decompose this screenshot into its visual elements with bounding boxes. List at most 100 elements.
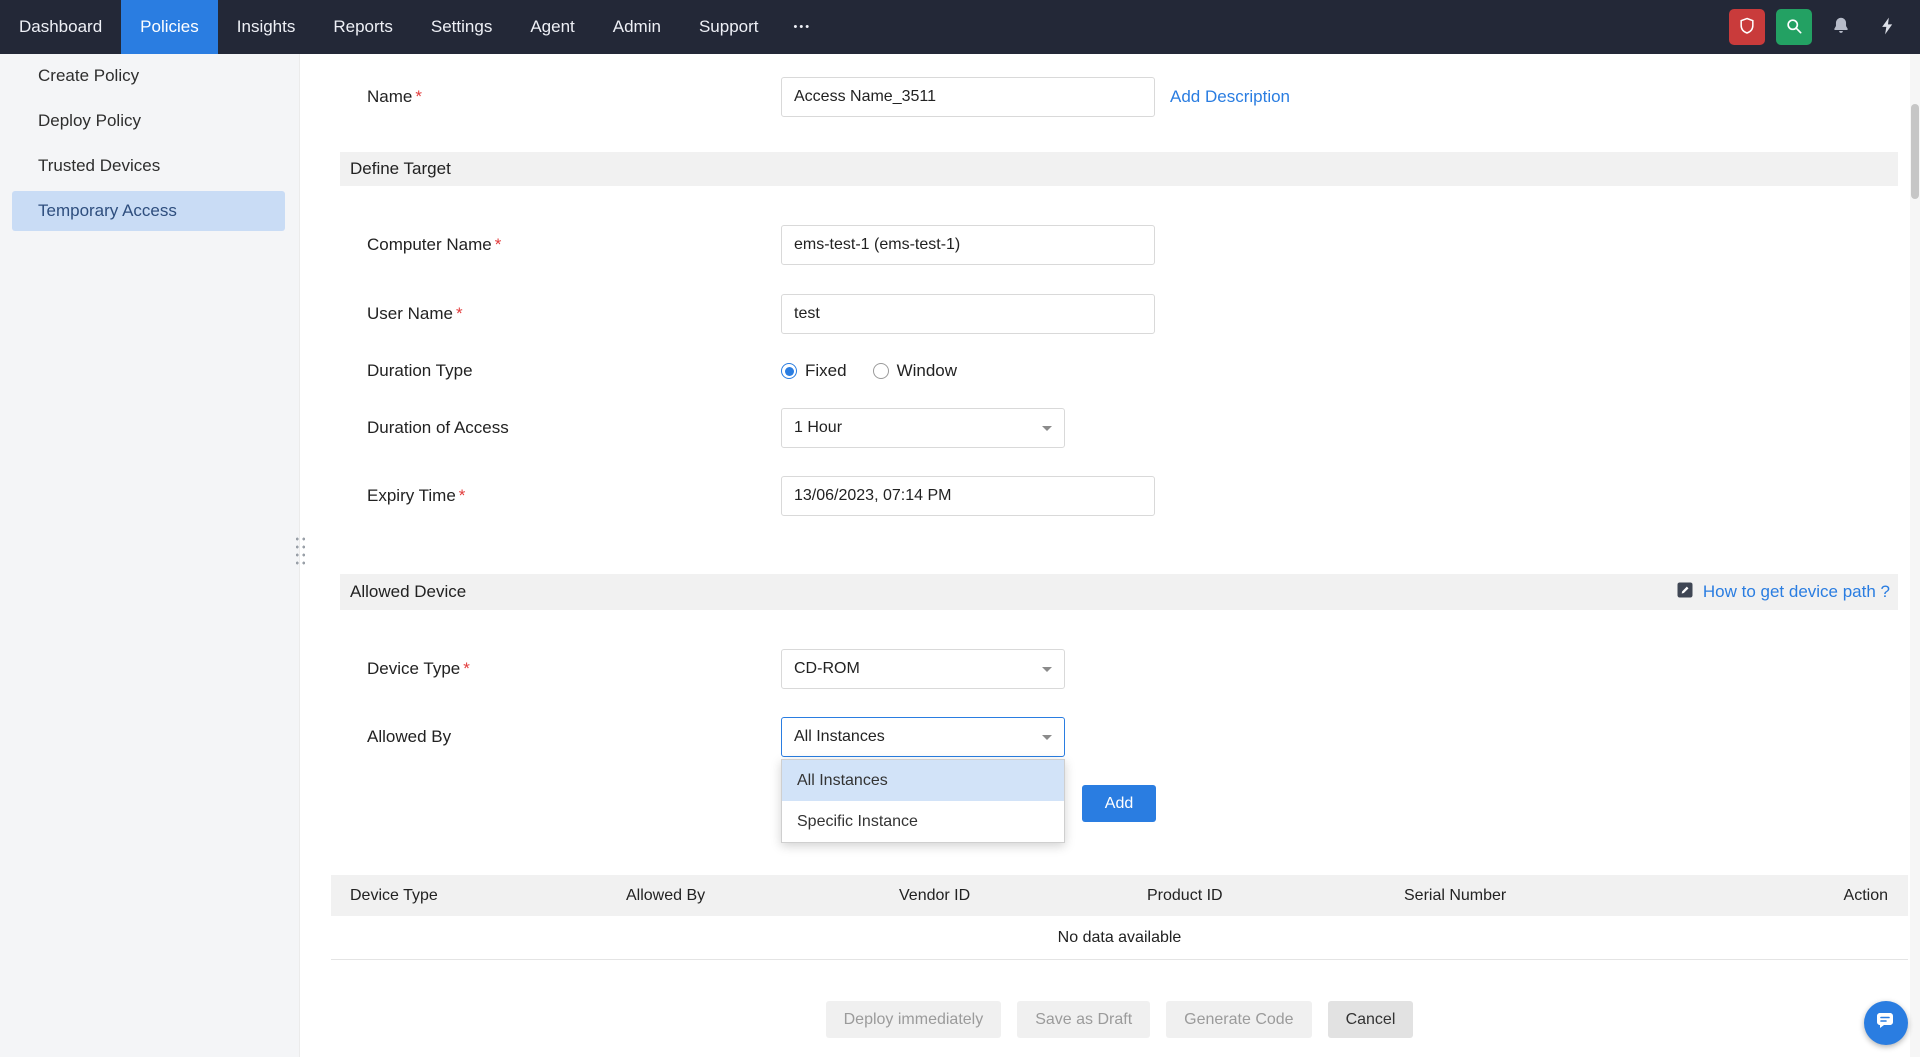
device-type-select[interactable]: CD-ROM <box>781 649 1065 689</box>
duration-type-row: Duration Type Fixed Window <box>340 359 1898 383</box>
device-type-label-text: Device Type <box>367 659 460 678</box>
name-input[interactable] <box>781 77 1155 117</box>
shield-icon <box>1737 16 1757 39</box>
nav-agent[interactable]: Agent <box>511 0 593 54</box>
computer-name-label-text: Computer Name <box>367 235 492 254</box>
duration-type-fixed-radio[interactable]: Fixed <box>781 361 847 381</box>
radio-unselected-icon <box>873 363 889 379</box>
lightning-icon <box>1878 16 1898 39</box>
add-row: Add <box>340 785 1898 822</box>
quick-launch-button[interactable] <box>1870 9 1906 45</box>
user-name-label-text: User Name <box>367 304 453 323</box>
name-label: Name* <box>367 87 781 107</box>
user-name-input[interactable] <box>781 294 1155 334</box>
nav-reports[interactable]: Reports <box>314 0 412 54</box>
allowed-by-label-text: Allowed By <box>367 727 451 746</box>
option-all-instances[interactable]: All Instances <box>782 760 1064 801</box>
expiry-time-row: Expiry Time* <box>340 476 1898 516</box>
device-path-help-link[interactable]: How to get device path ? <box>1703 582 1890 602</box>
nav-dashboard[interactable]: Dashboard <box>0 0 121 54</box>
scrollbar-thumb[interactable] <box>1911 104 1919 199</box>
name-label-text: Name <box>367 87 412 106</box>
define-target-title: Define Target <box>350 159 451 179</box>
duration-of-access-label: Duration of Access <box>367 418 781 438</box>
save-as-draft-button[interactable]: Save as Draft <box>1017 1001 1150 1038</box>
radio-selected-icon <box>781 363 797 379</box>
sidebar-resize-grip[interactable] <box>293 533 306 567</box>
required-asterisk: * <box>463 659 470 678</box>
chat-bubble-icon <box>1874 1009 1898 1038</box>
nav-settings[interactable]: Settings <box>412 0 511 54</box>
duration-type-label-text: Duration Type <box>367 361 473 380</box>
bell-icon <box>1830 15 1852 40</box>
nav-insights[interactable]: Insights <box>218 0 315 54</box>
chevron-down-icon <box>1042 426 1052 431</box>
search-button[interactable] <box>1776 9 1812 45</box>
security-shield-button[interactable] <box>1729 9 1765 45</box>
allowed-by-value: All Instances <box>794 728 885 746</box>
notifications-button[interactable] <box>1823 9 1859 45</box>
cancel-button[interactable]: Cancel <box>1328 1001 1414 1038</box>
deploy-immediately-button[interactable]: Deploy immediately <box>826 1001 1002 1038</box>
nav-admin[interactable]: Admin <box>594 0 680 54</box>
allowed-by-label: Allowed By <box>367 727 781 747</box>
sidebar-item-temporary-access[interactable]: Temporary Access <box>12 191 285 231</box>
required-asterisk: * <box>495 235 502 254</box>
col-header-action: Action <box>1704 887 1908 905</box>
temporary-access-form: Name* Add Description Define Target Comp… <box>340 77 1898 822</box>
nav-icon-group <box>1729 0 1920 54</box>
allowed-device-title: Allowed Device <box>350 582 466 602</box>
generate-code-button[interactable]: Generate Code <box>1166 1001 1311 1038</box>
footer-actions: Deploy immediately Save as Draft Generat… <box>331 1001 1908 1038</box>
allowed-device-section-header: Allowed Device How to get device path ? <box>340 574 1898 610</box>
allowed-by-select[interactable]: All Instances <box>781 717 1065 757</box>
user-name-row: User Name* <box>340 294 1898 334</box>
name-row: Name* Add Description <box>340 77 1898 117</box>
expiry-time-label: Expiry Time* <box>367 486 781 506</box>
duration-type-window-radio[interactable]: Window <box>873 361 957 381</box>
nav-more-menu[interactable]: ••• <box>778 0 828 54</box>
search-icon <box>1784 16 1804 39</box>
top-nav: Dashboard Policies Insights Reports Sett… <box>0 0 1920 54</box>
col-header-vendor-id: Vendor ID <box>899 887 1147 905</box>
allowed-by-row: Allowed By All Instances All Instances S… <box>340 717 1898 757</box>
vertical-scrollbar[interactable] <box>1910 54 1920 1057</box>
allowed-by-dropdown-menu: All Instances Specific Instance <box>781 759 1065 843</box>
fixed-radio-label: Fixed <box>805 361 847 381</box>
col-header-allowed-by: Allowed By <box>626 887 899 905</box>
computer-name-label: Computer Name* <box>367 235 781 255</box>
no-data-text: No data available <box>1058 929 1182 947</box>
nav-support[interactable]: Support <box>680 0 778 54</box>
required-asterisk: * <box>456 304 463 323</box>
edit-note-icon <box>1675 580 1695 605</box>
col-header-product-id: Product ID <box>1147 887 1404 905</box>
sidebar-item-create-policy[interactable]: Create Policy <box>12 56 285 96</box>
device-type-row: Device Type* CD-ROM <box>340 649 1898 689</box>
expiry-time-input[interactable] <box>781 476 1155 516</box>
duration-of-access-label-text: Duration of Access <box>367 418 509 437</box>
computer-name-input[interactable] <box>781 225 1155 265</box>
option-specific-instance[interactable]: Specific Instance <box>782 801 1064 842</box>
device-path-help: How to get device path ? <box>1675 580 1890 605</box>
main-content: Name* Add Description Define Target Comp… <box>300 54 1920 1057</box>
duration-type-radio-group: Fixed Window <box>781 361 957 381</box>
col-header-serial-number: Serial Number <box>1404 887 1704 905</box>
allowed-devices-table: Device Type Allowed By Vendor ID Product… <box>331 875 1908 960</box>
sidebar-item-trusted-devices[interactable]: Trusted Devices <box>12 146 285 186</box>
nav-policies[interactable]: Policies <box>121 0 218 54</box>
device-type-value: CD-ROM <box>794 660 860 678</box>
live-chat-button[interactable] <box>1864 1001 1908 1045</box>
required-asterisk: * <box>415 87 422 106</box>
table-empty-row: No data available <box>331 916 1908 960</box>
sidebar-item-deploy-policy[interactable]: Deploy Policy <box>12 101 285 141</box>
sidebar: Create Policy Deploy Policy Trusted Devi… <box>0 54 300 1057</box>
device-type-label: Device Type* <box>367 659 781 679</box>
add-description-link[interactable]: Add Description <box>1170 87 1290 107</box>
duration-of-access-row: Duration of Access 1 Hour <box>340 408 1898 448</box>
add-button[interactable]: Add <box>1082 785 1156 822</box>
window-radio-label: Window <box>897 361 957 381</box>
duration-of-access-select[interactable]: 1 Hour <box>781 408 1065 448</box>
computer-name-row: Computer Name* <box>340 225 1898 265</box>
col-header-device-type: Device Type <box>331 887 626 905</box>
expiry-time-label-text: Expiry Time <box>367 486 456 505</box>
